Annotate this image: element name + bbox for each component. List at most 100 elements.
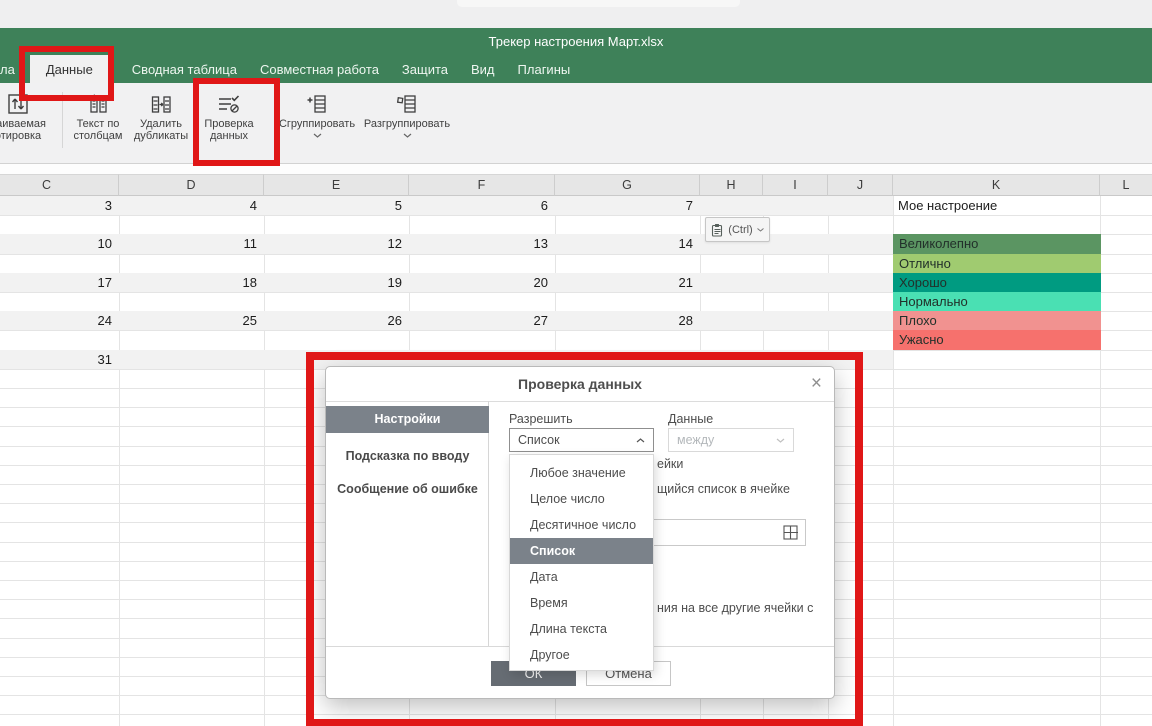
grid-cell[interactable]	[119, 330, 265, 350]
grid-cell[interactable]	[893, 618, 1101, 638]
grid-cell[interactable]	[0, 388, 120, 408]
mood-cell[interactable]: Отлично	[893, 254, 1101, 274]
grid-cell[interactable]	[700, 273, 764, 293]
grid-cell[interactable]	[828, 522, 894, 542]
grid-cell[interactable]	[1100, 599, 1152, 619]
grid-cell[interactable]	[0, 561, 120, 581]
grid-cell[interactable]	[828, 350, 894, 370]
grid-cell[interactable]	[119, 407, 265, 427]
grid-cell[interactable]	[119, 465, 265, 485]
grid-cell[interactable]	[1100, 426, 1152, 446]
tab-protection[interactable]: Защита	[402, 55, 448, 83]
grid-cell[interactable]	[0, 695, 120, 715]
grid-cell[interactable]	[0, 369, 120, 389]
grid-cell[interactable]	[1100, 484, 1152, 504]
grid-cell[interactable]	[1100, 196, 1152, 216]
mood-cell[interactable]: Ужасно	[893, 330, 1101, 350]
grid-cell[interactable]	[893, 426, 1101, 446]
grid-cell[interactable]	[700, 196, 764, 216]
grid-cell[interactable]	[1100, 311, 1152, 331]
calendar-day-cell[interactable]: 14	[555, 234, 701, 254]
ungroup-dropdown-chevron[interactable]	[403, 133, 412, 138]
grid-cell[interactable]	[700, 254, 764, 274]
grid-cell[interactable]	[763, 254, 829, 274]
grid-cell[interactable]	[409, 292, 556, 312]
calendar-day-cell[interactable]: 24	[0, 311, 120, 331]
grid-cell[interactable]	[763, 330, 829, 350]
grid-cell[interactable]	[893, 369, 1101, 389]
grid-cell[interactable]	[119, 638, 265, 658]
grid-cell[interactable]	[0, 426, 120, 446]
grid-cell[interactable]	[893, 676, 1101, 696]
column-header-L[interactable]: L	[1100, 174, 1152, 196]
ungroup-button[interactable]: Разгруппировать	[363, 92, 451, 138]
calendar-day-cell[interactable]: 11	[119, 234, 265, 254]
column-header-J[interactable]: J	[828, 174, 893, 196]
custom-sort-button[interactable]: раиваемаяотировка	[0, 92, 58, 142]
tab-plugins[interactable]: Плагины	[518, 55, 571, 83]
grid-cell[interactable]	[264, 254, 410, 274]
grid-cell[interactable]	[119, 446, 265, 466]
grid-cell[interactable]	[700, 311, 764, 331]
mood-cell[interactable]: Великолепно	[893, 234, 1101, 254]
column-header-F[interactable]: F	[409, 174, 555, 196]
calendar-day-cell[interactable]: 21	[555, 273, 701, 293]
grid-cell[interactable]	[828, 599, 894, 619]
grid-cell[interactable]	[828, 618, 894, 638]
grid-cell[interactable]	[555, 330, 701, 350]
dropdown-option-time[interactable]: Время	[510, 590, 653, 616]
grid-cell[interactable]	[119, 369, 265, 389]
dropdown-option-decimal[interactable]: Десятичное число	[510, 512, 653, 538]
grid-cell[interactable]	[1100, 369, 1152, 389]
grid-cell[interactable]	[0, 618, 120, 638]
calendar-day-cell[interactable]: 13	[409, 234, 556, 254]
grid-cell[interactable]	[893, 446, 1101, 466]
grid-cell[interactable]	[1100, 542, 1152, 562]
grid-cell[interactable]	[828, 695, 894, 715]
grid-cell[interactable]	[119, 580, 265, 600]
grid-cell[interactable]	[1100, 388, 1152, 408]
grid-cell[interactable]	[893, 599, 1101, 619]
column-header-K[interactable]: K	[893, 174, 1100, 196]
grid-cell[interactable]	[119, 350, 265, 370]
mood-cell[interactable]: Плохо	[893, 311, 1101, 331]
column-header-E[interactable]: E	[264, 174, 409, 196]
grid-cell[interactable]	[700, 292, 764, 312]
grid-cell[interactable]	[828, 465, 894, 485]
grid-cell[interactable]	[828, 234, 894, 254]
text-to-columns-button[interactable]: Текст постолбцам	[68, 92, 128, 142]
grid-cell[interactable]	[828, 542, 894, 562]
calendar-day-cell[interactable]: 26	[264, 311, 410, 331]
calendar-day-cell[interactable]: 12	[264, 234, 410, 254]
tab-data[interactable]: Данные	[30, 55, 109, 83]
grid-cell[interactable]	[828, 714, 894, 726]
grid-cell[interactable]	[119, 542, 265, 562]
grid-cell[interactable]	[828, 638, 894, 658]
grid-cell[interactable]	[763, 311, 829, 331]
sidebar-item-error-message[interactable]: Сообщение об ошибке	[326, 482, 489, 496]
calendar-day-cell[interactable]: 20	[409, 273, 556, 293]
grid-cell[interactable]	[763, 215, 829, 235]
tab-collaboration[interactable]: Совместная работа	[260, 55, 379, 83]
grid-cell[interactable]	[893, 657, 1101, 677]
group-button[interactable]: Сгруппировать	[277, 92, 357, 138]
grid-cell[interactable]	[119, 657, 265, 677]
grid-cell[interactable]	[828, 330, 894, 350]
grid-cell[interactable]	[1100, 561, 1152, 581]
grid-cell[interactable]	[0, 292, 120, 312]
grid-cell[interactable]	[893, 561, 1101, 581]
tab-view[interactable]: Вид	[471, 55, 495, 83]
dropdown-option-other[interactable]: Другое	[510, 642, 653, 668]
grid-cell[interactable]	[0, 465, 120, 485]
grid-cell[interactable]	[264, 714, 410, 726]
grid-cell[interactable]	[264, 330, 410, 350]
grid-cell[interactable]	[264, 215, 410, 235]
grid-cell[interactable]	[828, 292, 894, 312]
grid-cell[interactable]	[0, 522, 120, 542]
dropdown-option-list[interactable]: Список	[510, 538, 653, 564]
grid-cell[interactable]	[1100, 695, 1152, 715]
tab-formula-partial[interactable]: ла	[0, 55, 15, 83]
grid-cell[interactable]	[893, 484, 1101, 504]
calendar-day-cell[interactable]: 28	[555, 311, 701, 331]
grid-cell[interactable]	[0, 446, 120, 466]
